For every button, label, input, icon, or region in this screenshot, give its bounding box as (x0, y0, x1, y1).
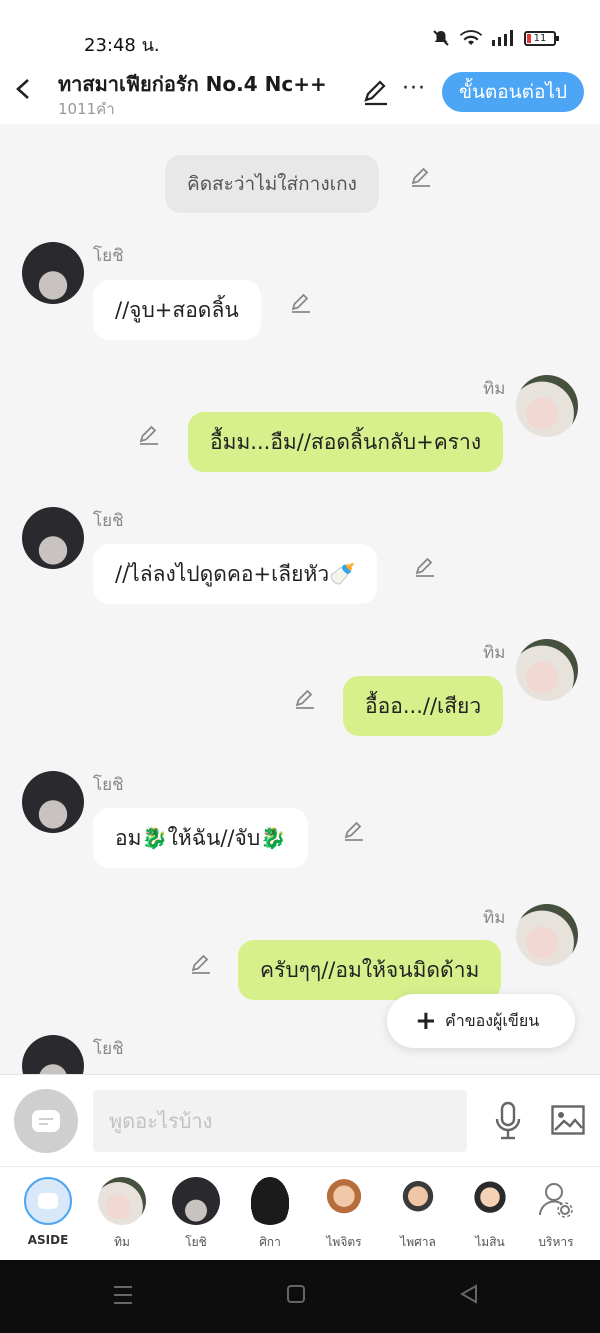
battery-icon: 11 (524, 30, 559, 46)
sender-name: ทิม (483, 379, 506, 399)
home-icon[interactable] (286, 1284, 306, 1306)
manage-characters-icon (532, 1177, 580, 1225)
mute-icon (433, 30, 449, 46)
edit-message-icon[interactable] (290, 292, 312, 314)
edit-title-icon[interactable] (362, 78, 390, 106)
next-step-button[interactable]: ขั้นตอนต่อไป (442, 72, 584, 112)
sender-name: ทิม (483, 643, 506, 663)
author-note-button[interactable]: + คำของผู้เขียน (387, 994, 575, 1048)
message-bubble-left[interactable]: อม🐉ให้ฉัน//จับ🐉 (93, 808, 309, 868)
word-count: 1011คำ (58, 100, 115, 118)
edit-message-icon[interactable] (410, 166, 432, 188)
character-avatar (172, 1177, 220, 1225)
manage-characters-button[interactable]: บริหาร (526, 1177, 586, 1252)
character-label: บริหาร (538, 1235, 574, 1249)
author-note-label: คำของผู้เขียน (445, 1011, 540, 1030)
character-sika[interactable]: ศิกา (240, 1177, 300, 1252)
message-input[interactable] (93, 1090, 467, 1152)
image-icon[interactable] (551, 1105, 585, 1135)
edit-message-icon[interactable] (190, 953, 212, 975)
status-icons: 11 (432, 29, 559, 47)
avatar-tim[interactable] (516, 904, 578, 966)
character-avatar (394, 1177, 442, 1225)
status-time: 23:48 น. (84, 35, 160, 56)
aside-icon (24, 1177, 72, 1225)
character-paijit[interactable]: ไพจิตร (314, 1177, 374, 1252)
sender-name: โยชิ (93, 246, 124, 266)
character-label: ศิกา (259, 1235, 281, 1249)
avatar-yoshi[interactable] (22, 242, 84, 304)
sender-name: โยชิ (93, 1039, 124, 1059)
message-bubble-left[interactable]: //ไล่ลงไปดูดคอ+เลียหัว🍼 (93, 544, 378, 604)
character-label: ไมสิน (475, 1235, 505, 1249)
character-tim[interactable]: ทิม (92, 1177, 152, 1252)
edit-message-icon[interactable] (414, 556, 436, 578)
sender-name: ทิม (483, 908, 506, 928)
sender-name: โยชิ (93, 511, 124, 531)
character-paisan[interactable]: ไพศาล (388, 1177, 448, 1252)
story-title: ทาสมาเฟียก่อรัก No.4 Nc++ (58, 72, 327, 96)
character-aside[interactable]: ASIDE (18, 1177, 78, 1247)
microphone-icon[interactable] (494, 1101, 522, 1141)
character-label: ไพศาล (400, 1235, 436, 1249)
message-bubble-right[interactable]: ครับๆๆ//อมให้จนมิดด้าม (238, 940, 502, 1000)
avatar-tim[interactable] (516, 639, 578, 701)
edit-message-icon[interactable] (138, 424, 160, 446)
message-bubble-right[interactable]: อื้ออ...//เสียว (343, 676, 504, 736)
character-label: ASIDE (27, 1233, 69, 1247)
character-avatar (320, 1177, 368, 1225)
character-yoshi[interactable]: โยชิ (166, 1177, 226, 1252)
chat-area[interactable]: คิดสะว่าไม่ใส่กางเกง โยชิ //จูบ+สอดลิ้น … (0, 124, 600, 1074)
avatar-yoshi[interactable] (22, 1035, 84, 1074)
more-options-icon[interactable]: ··· (402, 76, 426, 101)
character-avatar (98, 1177, 146, 1225)
edit-message-icon[interactable] (294, 688, 316, 710)
chat-type-button[interactable] (14, 1089, 78, 1153)
menu-icon[interactable] (113, 1284, 133, 1306)
character-label: ไพจิตร (326, 1235, 362, 1249)
back-arrow-icon[interactable] (10, 74, 36, 104)
message-bubble-right[interactable]: อื้มม...อืม//สอดลิ้นกลับ+คราง (188, 412, 504, 472)
message-bubble-left[interactable]: //จูบ+สอดลิ้น (93, 280, 261, 340)
plus-icon: + (415, 1006, 437, 1036)
message-input-bar (0, 1074, 600, 1166)
back-icon[interactable] (459, 1284, 479, 1306)
status-bar: 23:48 น. 11 (0, 0, 600, 62)
story-header: ทาสมาเฟียก่อรัก No.4 Nc++ 1011คำ ··· ขั้… (0, 62, 600, 124)
character-avatar (466, 1177, 514, 1225)
battery-level: 11 (533, 32, 547, 44)
edit-message-icon[interactable] (343, 820, 365, 842)
character-avatar (246, 1177, 294, 1225)
avatar-tim[interactable] (516, 375, 578, 437)
character-bar: ASIDE ทิม โยชิ ศิกา ไพจิตร ไพศาล ไมสิน บ… (0, 1166, 600, 1260)
system-navigation-bar (0, 1260, 600, 1333)
chat-bubble-icon (32, 1110, 60, 1132)
narration-bubble[interactable]: คิดสะว่าไม่ใส่กางเกง (165, 155, 379, 213)
wifi-icon (460, 30, 482, 45)
sender-name: โยชิ (93, 775, 124, 795)
avatar-yoshi[interactable] (22, 771, 84, 833)
avatar-yoshi[interactable] (22, 507, 84, 569)
character-maisin[interactable]: ไมสิน (460, 1177, 520, 1252)
signal-icon (492, 30, 513, 46)
character-label: โยชิ (185, 1235, 207, 1249)
character-label: ทิม (114, 1235, 130, 1249)
